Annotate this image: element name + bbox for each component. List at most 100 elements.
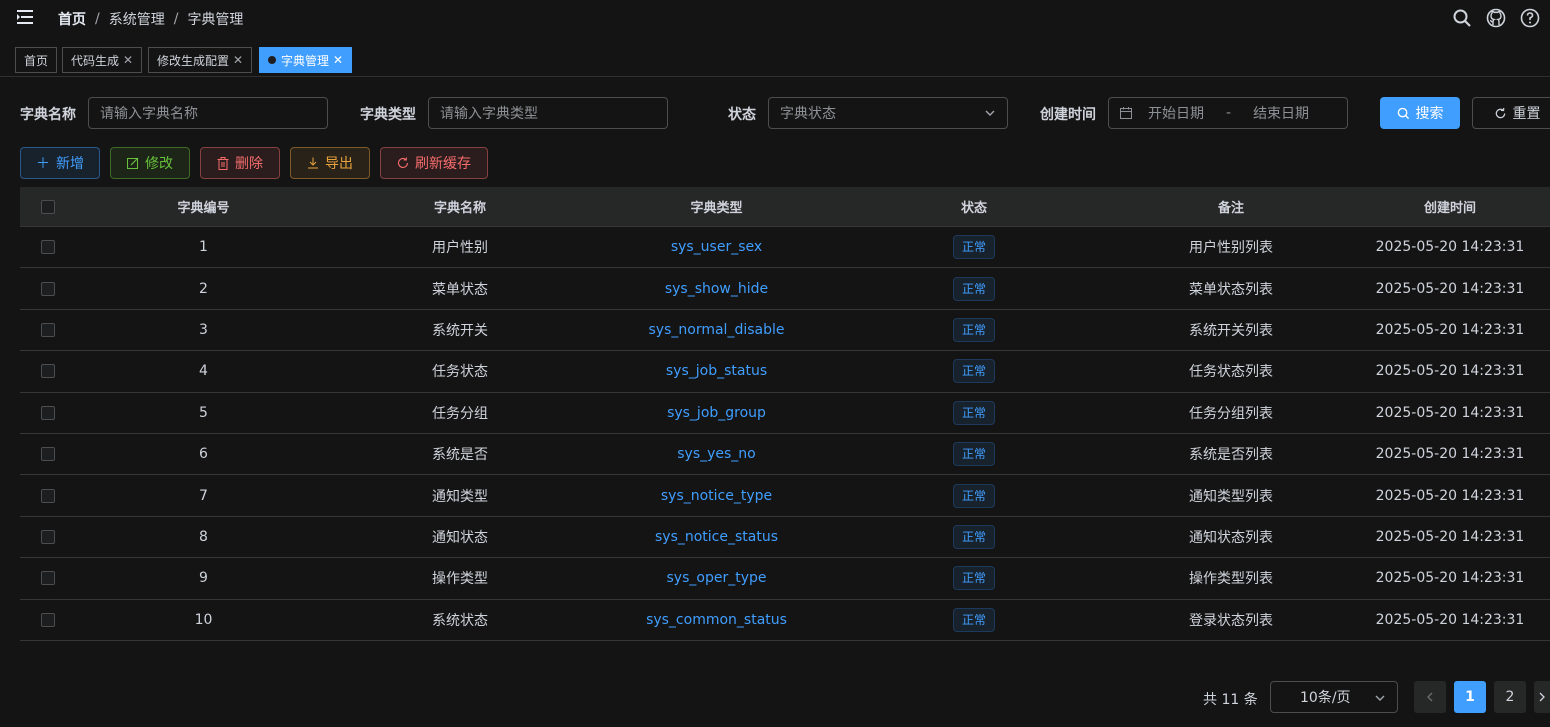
dict-type-link[interactable]: sys_user_sex <box>671 239 762 255</box>
calendar-icon <box>1120 107 1132 119</box>
status-badge: 正常 <box>952 483 995 508</box>
search-button[interactable]: 搜索 <box>1380 97 1460 129</box>
cell-dict-type: sys_show_hide <box>588 281 845 297</box>
dict-name-placeholder: 请输入字典名称 <box>100 106 198 122</box>
cell-status: 正常 <box>845 359 1103 384</box>
dict-type-link[interactable]: sys_common_status <box>646 612 787 628</box>
cell-dict-name: 任务状态 <box>432 364 488 381</box>
delete-button[interactable]: 删除 <box>200 147 280 179</box>
cell-dict-name: 菜单状态 <box>432 281 488 298</box>
cell-dict-id: 7 <box>199 487 208 504</box>
select-all-checkbox[interactable] <box>40 199 55 214</box>
breadcrumb: 首页 / 系统管理 / 字典管理 <box>58 9 243 29</box>
header-status: 状态 <box>960 201 987 216</box>
table-body: 1 用户性别 sys_user_sex 正常 用户性别列表 2025-05-20… <box>20 227 1550 641</box>
edit-button[interactable]: 修改 <box>110 147 190 179</box>
tag-gen-config[interactable]: 修改生成配置 ✕ <box>148 47 253 73</box>
dict-name-label: 字典名称 <box>20 107 76 123</box>
refresh-icon <box>1495 107 1505 118</box>
dict-type-link[interactable]: sys_notice_type <box>661 488 772 504</box>
page-size-select[interactable]: 10条/页 <box>1270 681 1398 713</box>
row-checkbox[interactable] <box>40 281 55 296</box>
dict-type-link[interactable]: sys_oper_type <box>667 570 767 586</box>
prev-page-button[interactable] <box>1414 681 1446 713</box>
header-dict-name: 字典名称 <box>433 201 486 216</box>
row-select-cell <box>20 281 75 296</box>
cell-dict-id: 6 <box>199 446 208 463</box>
next-page-button[interactable] <box>1534 681 1550 713</box>
github-icon[interactable] <box>1486 8 1506 28</box>
page-1-button[interactable]: 1 <box>1454 681 1486 713</box>
page-2-button[interactable]: 2 <box>1494 681 1526 713</box>
row-checkbox[interactable] <box>40 488 55 503</box>
cell-dict-type: sys_user_sex <box>588 239 845 255</box>
dict-type-link[interactable]: sys_normal_disable <box>649 322 785 338</box>
row-checkbox[interactable] <box>40 364 55 379</box>
cell-status: 正常 <box>845 400 1103 425</box>
add-button[interactable]: ＋ 新增 <box>20 147 100 179</box>
cell-remark: 菜单状态列表 <box>1189 281 1273 298</box>
create-time-label: 创建时间 <box>1040 107 1096 123</box>
row-checkbox[interactable] <box>40 612 55 627</box>
dict-type-link[interactable]: sys_notice_status <box>655 529 778 545</box>
hamburger-icon[interactable] <box>16 8 34 26</box>
start-date-placeholder[interactable]: 开始日期 <box>1148 103 1204 123</box>
row-checkbox[interactable] <box>40 447 55 462</box>
cell-dict-type: sys_common_status <box>588 612 845 628</box>
cell-create-time: 2025-05-20 14:23:31 <box>1375 611 1525 628</box>
dict-type-link[interactable]: sys_job_group <box>667 405 766 421</box>
edit-button-label: 修改 <box>145 156 173 172</box>
cell-create-time: 2025-05-20 14:23:31 <box>1375 363 1525 380</box>
table-row: 3 系统开关 sys_normal_disable 正常 系统开关列表 2025… <box>20 310 1550 352</box>
close-icon[interactable]: ✕ <box>233 53 243 67</box>
dict-table: 字典编号 字典名称 字典类型 状态 备注 创建时间 1 用户性别 sys_use… <box>20 187 1550 641</box>
status-placeholder: 字典状态 <box>780 106 836 122</box>
chevron-right-icon <box>1539 692 1545 702</box>
status-select[interactable]: 字典状态 <box>768 97 1008 129</box>
cell-dict-name: 系统是否 <box>432 447 488 464</box>
dict-type-link[interactable]: sys_show_hide <box>665 281 768 297</box>
tag-home[interactable]: 首页 <box>15 47 58 73</box>
row-checkbox[interactable] <box>40 240 55 255</box>
export-button[interactable]: 导出 <box>290 147 370 179</box>
cell-status: 正常 <box>845 483 1103 508</box>
close-icon[interactable]: ✕ <box>333 53 343 67</box>
date-range-picker[interactable]: 开始日期 - 结束日期 <box>1108 97 1348 129</box>
status-badge: 正常 <box>952 235 995 260</box>
cell-dict-type: sys_notice_type <box>588 488 845 504</box>
row-checkbox[interactable] <box>40 529 55 544</box>
end-date-placeholder[interactable]: 结束日期 <box>1253 103 1309 123</box>
navbar: 首页 / 系统管理 / 字典管理 <box>0 0 1550 36</box>
plus-icon: ＋ <box>36 156 50 172</box>
dict-type-link[interactable]: sys_job_status <box>666 363 767 379</box>
cell-status: 正常 <box>845 317 1103 342</box>
dict-type-placeholder: 请输入字典类型 <box>440 106 538 122</box>
status-badge: 正常 <box>952 359 995 384</box>
dict-type-input[interactable]: 请输入字典类型 <box>428 97 668 129</box>
cell-dict-id: 5 <box>199 404 208 421</box>
breadcrumb-home[interactable]: 首页 <box>58 9 86 29</box>
cell-dict-name: 通知类型 <box>432 488 488 505</box>
row-checkbox[interactable] <box>40 571 55 586</box>
header-remark: 备注 <box>1217 201 1244 216</box>
dict-name-input[interactable]: 请输入字典名称 <box>88 97 328 129</box>
row-checkbox[interactable] <box>40 322 55 337</box>
row-select-cell <box>20 447 75 462</box>
reset-button[interactable]: 重置 <box>1472 97 1550 129</box>
refresh-cache-button[interactable]: 刷新缓存 <box>380 147 488 179</box>
close-icon[interactable]: ✕ <box>123 53 133 67</box>
trash-icon <box>217 156 229 170</box>
cell-dict-type: sys_notice_status <box>588 529 845 545</box>
tag-codegen[interactable]: 代码生成 ✕ <box>62 47 143 73</box>
cell-remark: 通知类型列表 <box>1189 488 1273 505</box>
dict-type-link[interactable]: sys_yes_no <box>677 446 756 462</box>
row-checkbox[interactable] <box>40 405 55 420</box>
question-icon[interactable] <box>1520 8 1540 28</box>
chevron-down-icon <box>985 110 995 116</box>
tag-dict[interactable]: 字典管理 ✕ <box>259 47 353 73</box>
table-row: 9 操作类型 sys_oper_type 正常 操作类型列表 2025-05-2… <box>20 558 1550 600</box>
search-icon[interactable] <box>1452 8 1472 28</box>
status-badge: 正常 <box>952 442 995 467</box>
row-select-cell <box>20 612 75 627</box>
cell-dict-type: sys_yes_no <box>588 446 845 462</box>
